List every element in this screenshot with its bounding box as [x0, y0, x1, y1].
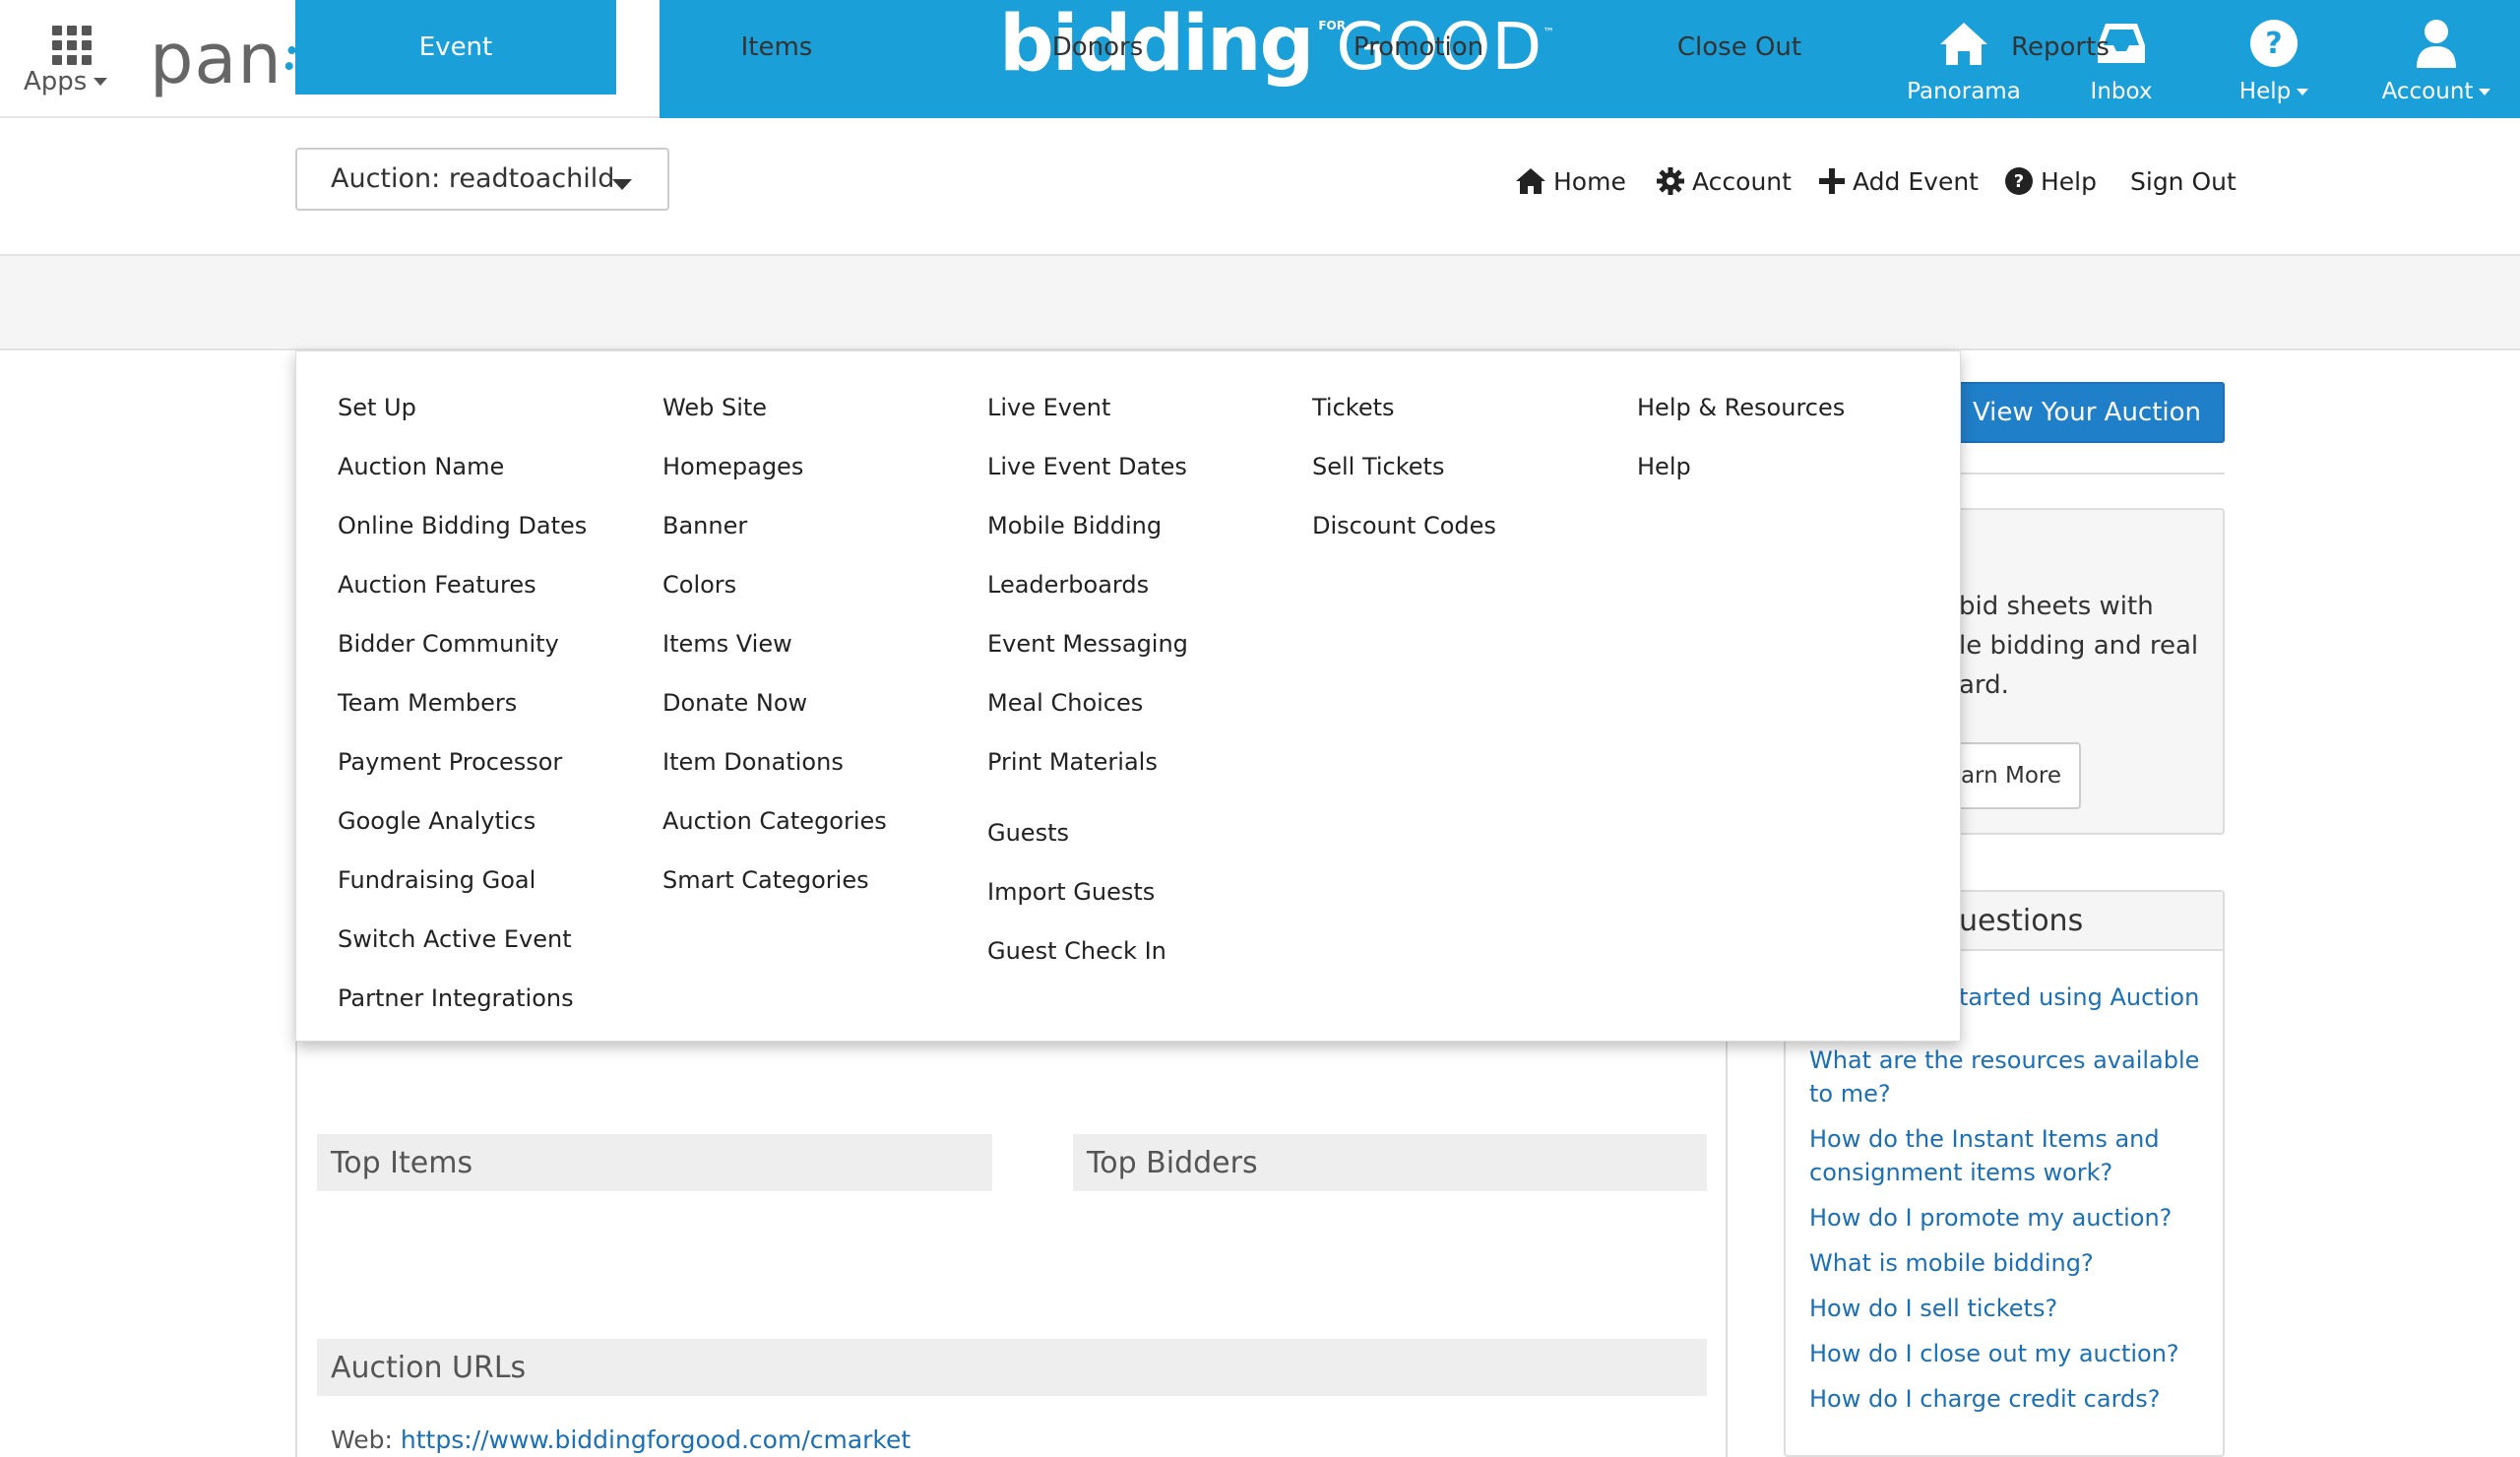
faq-link[interactable]: How do I promote my auction?	[1809, 1201, 2213, 1235]
menu-item-print-materials[interactable]: Print Materials	[987, 737, 1188, 796]
top-nav-label: Help	[2225, 79, 2323, 104]
top-nav-label: Account	[2372, 79, 2500, 104]
faq-link[interactable]: How do I charge credit cards?	[1809, 1382, 2213, 1416]
menu-item-donate-now[interactable]: Donate Now	[662, 678, 887, 737]
web-url-row: Web: https://www.biddingforgood.com/cmar…	[331, 1425, 911, 1454]
main-nav	[0, 254, 2520, 350]
svg-text:?: ?	[2265, 27, 2282, 61]
menu-item-import-guests[interactable]: Import Guests	[987, 867, 1188, 926]
menu-item-meal-choices[interactable]: Meal Choices	[987, 678, 1188, 737]
menu-item-leaderboards[interactable]: Leaderboards	[987, 560, 1188, 619]
tab-items[interactable]: Items	[616, 0, 937, 95]
menu-item-auction-categories[interactable]: Auction Categories	[662, 796, 887, 855]
menu-item-colors[interactable]: Colors	[662, 560, 887, 619]
menu-item-team-members[interactable]: Team Members	[338, 678, 587, 737]
menu-item-discount-codes[interactable]: Discount Codes	[1312, 501, 1496, 560]
promo-card-text: bid sheets with le bidding and real ard.	[1959, 592, 2199, 700]
menu-column-help-resources: Help & Resources Help	[1637, 383, 1845, 501]
menu-item-guests[interactable]: Guests	[987, 808, 1188, 867]
menu-item-fundraising-goal[interactable]: Fundraising Goal	[338, 855, 587, 915]
home-link[interactable]: Home	[1516, 167, 1626, 207]
auction-urls-heading: Auction URLs	[317, 1339, 1707, 1396]
auction-select-dropdown[interactable]: Auction: readtoachild	[295, 148, 669, 211]
caret-down-icon	[2479, 89, 2491, 95]
auction-select-value: Auction: readtoachild	[331, 163, 615, 194]
view-your-auction-button[interactable]: View Your Auction	[1949, 382, 2225, 443]
faq-link[interactable]: How do I sell tickets?	[1809, 1292, 2213, 1325]
menu-item-smart-categories[interactable]: Smart Categories	[662, 855, 887, 915]
faq-link[interactable]: How do I close out my auction?	[1809, 1337, 2213, 1370]
apps-grid-icon	[52, 26, 92, 65]
menu-item-online-bidding-dates[interactable]: Online Bidding Dates	[338, 501, 587, 560]
top-nav-help[interactable]: ? Help	[2225, 18, 2323, 108]
menu-heading: Web Site	[662, 394, 768, 421]
menu-item-bidder-community[interactable]: Bidder Community	[338, 619, 587, 678]
plus-icon	[1819, 168, 1845, 194]
tab-close-out[interactable]: Close Out	[1579, 0, 1900, 95]
menu-item-auction-name[interactable]: Auction Name	[338, 442, 587, 501]
menu-heading: Live Event	[987, 394, 1111, 421]
faq-link[interactable]: What is mobile bidding?	[1809, 1246, 2213, 1280]
help-link[interactable]: ? Help	[2005, 167, 2097, 207]
top-nav-account[interactable]: Account	[2372, 18, 2500, 108]
account-link[interactable]: Account	[1657, 167, 1792, 207]
gear-icon	[1657, 167, 1684, 195]
menu-item-auction-features[interactable]: Auction Features	[338, 560, 587, 619]
menu-item-banner[interactable]: Banner	[662, 501, 887, 560]
menu-item-guest-check-in[interactable]: Guest Check In	[987, 926, 1188, 985]
menu-item-homepages[interactable]: Homepages	[662, 442, 887, 501]
menu-item-payment-processor[interactable]: Payment Processor	[338, 737, 587, 796]
tab-donors[interactable]: Donors	[937, 0, 1258, 95]
menu-item-google-analytics[interactable]: Google Analytics	[338, 796, 587, 855]
menu-column-website: Web Site Homepages Banner Colors Items V…	[662, 383, 887, 915]
menu-item-items-view[interactable]: Items View	[662, 619, 887, 678]
menu-item-switch-active-event[interactable]: Switch Active Event	[338, 915, 587, 974]
caret-down-icon	[612, 179, 632, 190]
event-dropdown-menu: Set Up Auction Name Online Bidding Dates…	[295, 350, 1961, 1042]
tab-reports[interactable]: Reports	[1900, 0, 2221, 95]
caret-down-icon	[94, 78, 107, 86]
menu-column-live-event: Live Event Live Event Dates Mobile Biddi…	[987, 383, 1188, 985]
question-circle-icon: ?	[2005, 167, 2033, 195]
menu-column-setup: Set Up Auction Name Online Bidding Dates…	[338, 383, 587, 1033]
menu-item-item-donations[interactable]: Item Donations	[662, 737, 887, 796]
faq-list: tarted using Auction What are the resour…	[1809, 981, 2213, 1427]
menu-heading: Tickets	[1312, 394, 1395, 421]
menu-item-sell-tickets[interactable]: Sell Tickets	[1312, 442, 1496, 501]
sign-out-link[interactable]: Sign Out	[2130, 167, 2236, 207]
menu-item-event-messaging[interactable]: Event Messaging	[987, 619, 1188, 678]
question-circle-icon: ?	[2250, 20, 2298, 67]
menu-item-help[interactable]: Help	[1637, 442, 1845, 501]
caret-down-icon	[2297, 89, 2309, 95]
svg-text:?: ?	[2014, 171, 2024, 192]
menu-column-tickets: Tickets Sell Tickets Discount Codes	[1312, 383, 1496, 560]
menu-item-mobile-bidding[interactable]: Mobile Bidding	[987, 501, 1188, 560]
faq-link[interactable]: How do the Instant Items and consignment…	[1809, 1122, 2213, 1189]
user-icon	[2417, 20, 2456, 68]
add-event-link[interactable]: Add Event	[1819, 167, 1979, 207]
home-icon	[1516, 168, 1545, 194]
menu-heading: Set Up	[338, 394, 416, 421]
top-bidders-heading: Top Bidders	[1073, 1134, 1707, 1191]
web-url-label: Web:	[331, 1425, 393, 1454]
divider	[1954, 473, 2225, 475]
menu-item-partner-integrations[interactable]: Partner Integrations	[338, 974, 587, 1033]
faq-link[interactable]: What are the resources available to me?	[1809, 1044, 2213, 1110]
web-url-link[interactable]: https://www.biddingforgood.com/cmarket	[401, 1425, 911, 1454]
tab-promotion[interactable]: Promotion	[1258, 0, 1579, 95]
menu-item-live-event-dates[interactable]: Live Event Dates	[987, 442, 1188, 501]
apps-menu-button[interactable]: Apps	[22, 22, 115, 100]
apps-label: Apps	[24, 67, 88, 96]
top-items-heading: Top Items	[317, 1134, 992, 1191]
faq-card-title: uestions	[1959, 904, 2084, 938]
tab-event[interactable]: Event	[295, 0, 616, 95]
menu-heading: Help & Resources	[1637, 394, 1846, 421]
